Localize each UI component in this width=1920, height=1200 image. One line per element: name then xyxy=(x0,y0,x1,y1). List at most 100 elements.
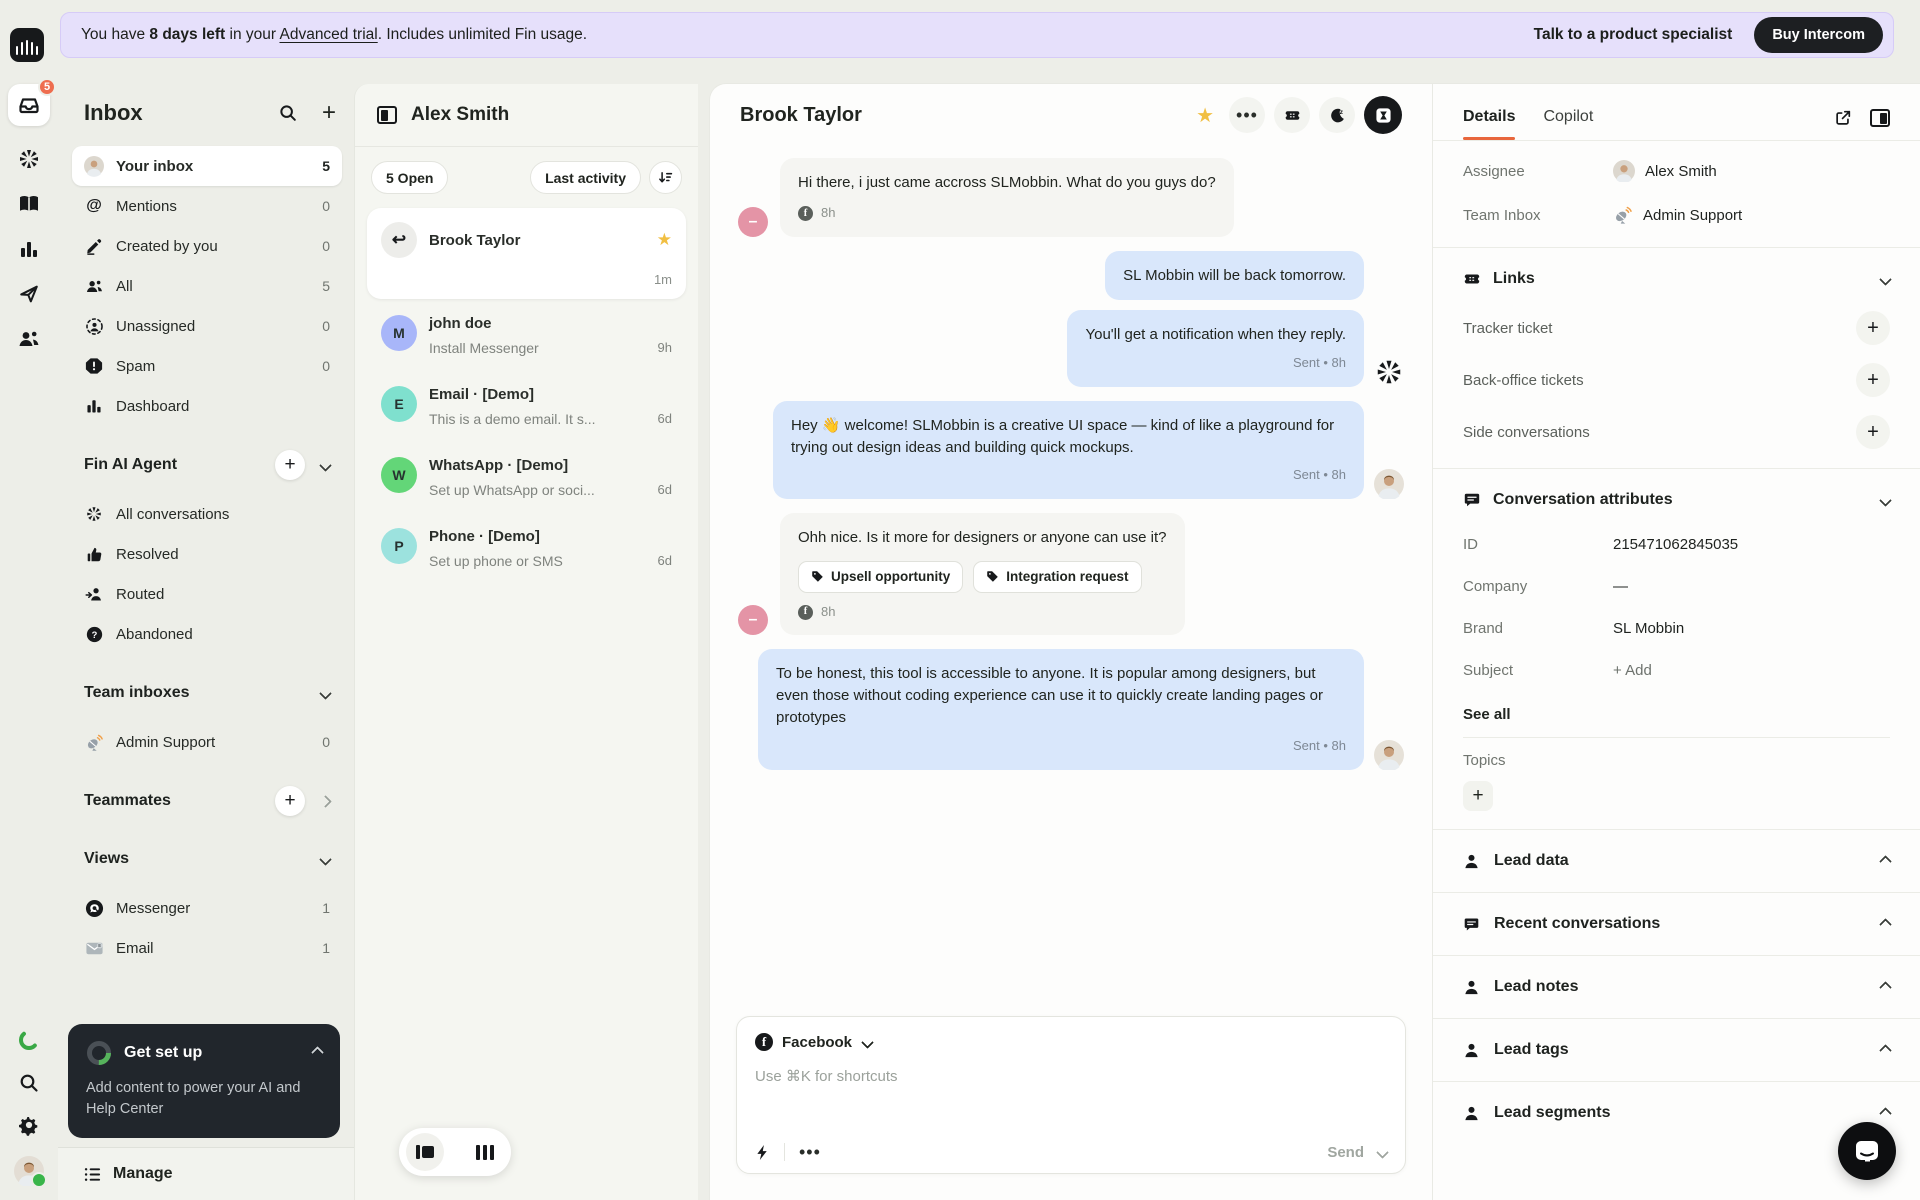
conversation-item-phone-demo[interactable]: P Phone · [Demo] Set up phone or SMS 6d xyxy=(367,512,686,583)
rail-contacts-button[interactable] xyxy=(17,327,41,351)
rail-knowledge-button[interactable] xyxy=(17,192,41,216)
sidebar-search-icon[interactable] xyxy=(278,103,298,123)
rail-outbound-button[interactable] xyxy=(17,282,41,306)
sidebar-item-created-by-you[interactable]: Created by you 0 xyxy=(72,226,342,266)
rail-reports-button[interactable] xyxy=(17,237,41,261)
send-button[interactable]: Send xyxy=(1327,1144,1364,1161)
add-back-office-ticket-button[interactable]: + xyxy=(1856,363,1890,397)
sort-order-button[interactable] xyxy=(649,161,682,194)
column-view-button[interactable] xyxy=(466,1144,504,1160)
recent-conversations-section[interactable]: Recent conversations xyxy=(1433,892,1920,955)
sidebar-item-email-view[interactable]: E Email 1 xyxy=(72,928,342,968)
sidebar-item-all-conversations[interactable]: All conversations xyxy=(72,494,342,534)
open-external-icon[interactable] xyxy=(1834,109,1852,127)
svg-text:E: E xyxy=(98,943,101,948)
sidebar-item-mentions[interactable]: @ Mentions 0 xyxy=(72,186,342,226)
views-section-header[interactable]: Views xyxy=(72,840,342,878)
search-icon[interactable] xyxy=(18,1072,40,1094)
lead-segments-chevron-icon[interactable] xyxy=(1879,1106,1892,1120)
tag-upsell-opportunity[interactable]: Upsell opportunity xyxy=(798,561,964,593)
ticket-button[interactable] xyxy=(1274,97,1310,133)
teammates-chevron-icon[interactable] xyxy=(319,794,332,808)
sidebar-item-spam[interactable]: Spam 0 xyxy=(72,346,342,386)
fin-add-button[interactable]: + xyxy=(275,450,305,480)
teammates-add-button[interactable]: + xyxy=(275,786,305,816)
buy-intercom-button[interactable]: Buy Intercom xyxy=(1754,17,1883,53)
tab-copilot[interactable]: Copilot xyxy=(1543,108,1593,140)
star-conversation-icon[interactable]: ★ xyxy=(1196,103,1214,128)
sidebar-item-resolved[interactable]: Resolved xyxy=(72,534,342,574)
composer-more-icon[interactable]: ••• xyxy=(799,1143,821,1161)
toggle-details-panel-icon[interactable] xyxy=(1870,109,1890,127)
customer-message-bubble: Hi there, i just came accross SLMobbin. … xyxy=(780,158,1234,237)
lead-data-section[interactable]: Lead data xyxy=(1433,829,1920,892)
team-inboxes-chevron-icon[interactable] xyxy=(319,686,332,700)
intercom-messenger-launcher[interactable] xyxy=(1838,1122,1896,1180)
team-inbox-row[interactable]: Team Inbox Admin Support xyxy=(1463,193,1890,237)
close-conversation-button[interactable] xyxy=(1364,96,1402,134)
fin-section-chevron-icon[interactable] xyxy=(319,458,332,472)
sidebar-item-dashboard[interactable]: Dashboard xyxy=(72,386,342,426)
attributes-chevron-icon[interactable] xyxy=(1879,493,1892,507)
sidebar-item-your-inbox[interactable]: Your inbox 5 xyxy=(72,146,342,186)
admin-message-bubble: Hey 👋 welcome! SLMobbin is a creative UI… xyxy=(773,400,1364,500)
lead-tags-chevron-icon[interactable] xyxy=(1879,1043,1892,1057)
channel-selector[interactable]: f Facebook xyxy=(755,1033,1387,1051)
lead-tags-section[interactable]: Lead tags xyxy=(1433,1018,1920,1081)
add-tracker-ticket-button[interactable]: + xyxy=(1856,311,1890,345)
intercom-logo[interactable] xyxy=(10,28,44,62)
assignee-row[interactable]: Assignee Alex Smith xyxy=(1463,149,1890,193)
sidebar-item-routed[interactable]: Routed xyxy=(72,574,342,614)
links-chevron-icon[interactable] xyxy=(1879,272,1892,286)
links-section-header[interactable]: Links xyxy=(1463,256,1892,302)
new-conversation-plus-icon[interactable]: + xyxy=(322,101,336,125)
conversation-item-whatsapp-demo[interactable]: W WhatsApp · [Demo] Set up WhatsApp or s… xyxy=(367,441,686,512)
sidebar-item-all[interactable]: All 5 xyxy=(72,266,342,306)
views-chevron-icon[interactable] xyxy=(319,852,332,866)
sidebar-item-unassigned[interactable]: Unassigned 0 xyxy=(72,306,342,346)
get-set-up-card[interactable]: Get set up Add content to power your AI … xyxy=(68,1023,340,1138)
conversation-item-brook-taylor[interactable]: ↩ Brook Taylor ★ 1m xyxy=(367,208,686,299)
lead-data-chevron-icon[interactable] xyxy=(1879,854,1892,868)
sidebar-item-abandoned[interactable]: ? Abandoned xyxy=(72,614,342,654)
open-filter-pill[interactable]: 5 Open xyxy=(371,161,449,194)
team-inboxes-section-header[interactable]: Team inboxes xyxy=(72,674,342,712)
see-all-link[interactable]: See all xyxy=(1463,691,1890,737)
send-options-chevron-icon[interactable] xyxy=(1376,1145,1389,1159)
starred-icon[interactable]: ★ xyxy=(657,230,672,250)
tag-integration-request[interactable]: Integration request xyxy=(973,561,1142,593)
fin-ai-agent-section-header[interactable]: Fin AI Agent + xyxy=(72,446,342,484)
get-set-up-collapse-icon[interactable] xyxy=(311,1046,324,1060)
inbox-badge: 5 xyxy=(38,78,56,96)
rail-inbox-button[interactable]: 5 xyxy=(8,78,56,126)
manage-button[interactable]: Manage xyxy=(58,1147,354,1200)
collapse-list-icon[interactable] xyxy=(377,106,397,124)
shortcuts-bolt-icon[interactable] xyxy=(755,1144,770,1161)
sidebar-item-messenger-view[interactable]: Messenger 1 xyxy=(72,888,342,928)
sidebar-item-admin-support[interactable]: Admin Support 0 xyxy=(72,722,342,762)
get-set-up-body: Add content to power your AI and Help Ce… xyxy=(86,1079,301,1117)
add-topic-button[interactable]: + xyxy=(1463,781,1493,811)
trial-progress-icon[interactable] xyxy=(17,1028,41,1052)
teammates-section-header[interactable]: Teammates + xyxy=(72,782,342,820)
snooze-button[interactable]: z xyxy=(1319,97,1355,133)
add-side-conversation-button[interactable]: + xyxy=(1856,415,1890,449)
conversation-attributes-header[interactable]: Conversation attributes xyxy=(1463,477,1892,523)
user-avatar[interactable] xyxy=(14,1156,47,1188)
more-options-button[interactable]: ••• xyxy=(1229,97,1265,133)
conversation-item-john-doe[interactable]: M john doe Install Messenger 9h xyxy=(367,299,686,370)
advanced-trial-link[interactable]: Advanced trial xyxy=(279,26,377,43)
conversation-item-email-demo[interactable]: E Email · [Demo] This is a demo email. I… xyxy=(367,370,686,441)
split-view-button[interactable] xyxy=(406,1133,444,1171)
talk-to-specialist-link[interactable]: Talk to a product specialist xyxy=(1534,26,1733,44)
lead-notes-section[interactable]: Lead notes xyxy=(1433,955,1920,1018)
composer-input[interactable]: Use ⌘K for shortcuts xyxy=(755,1067,1387,1085)
lead-notes-chevron-icon[interactable] xyxy=(1879,980,1892,994)
reply-composer[interactable]: f Facebook Use ⌘K for shortcuts ••• Send xyxy=(736,1016,1406,1174)
add-subject-button[interactable]: + Add xyxy=(1613,662,1652,679)
sort-filter-pill[interactable]: Last activity xyxy=(530,161,641,194)
recent-conversations-chevron-icon[interactable] xyxy=(1879,917,1892,931)
tab-details[interactable]: Details xyxy=(1463,108,1516,140)
settings-gear-icon[interactable] xyxy=(18,1114,40,1136)
rail-fin-ai-button[interactable] xyxy=(17,147,41,171)
